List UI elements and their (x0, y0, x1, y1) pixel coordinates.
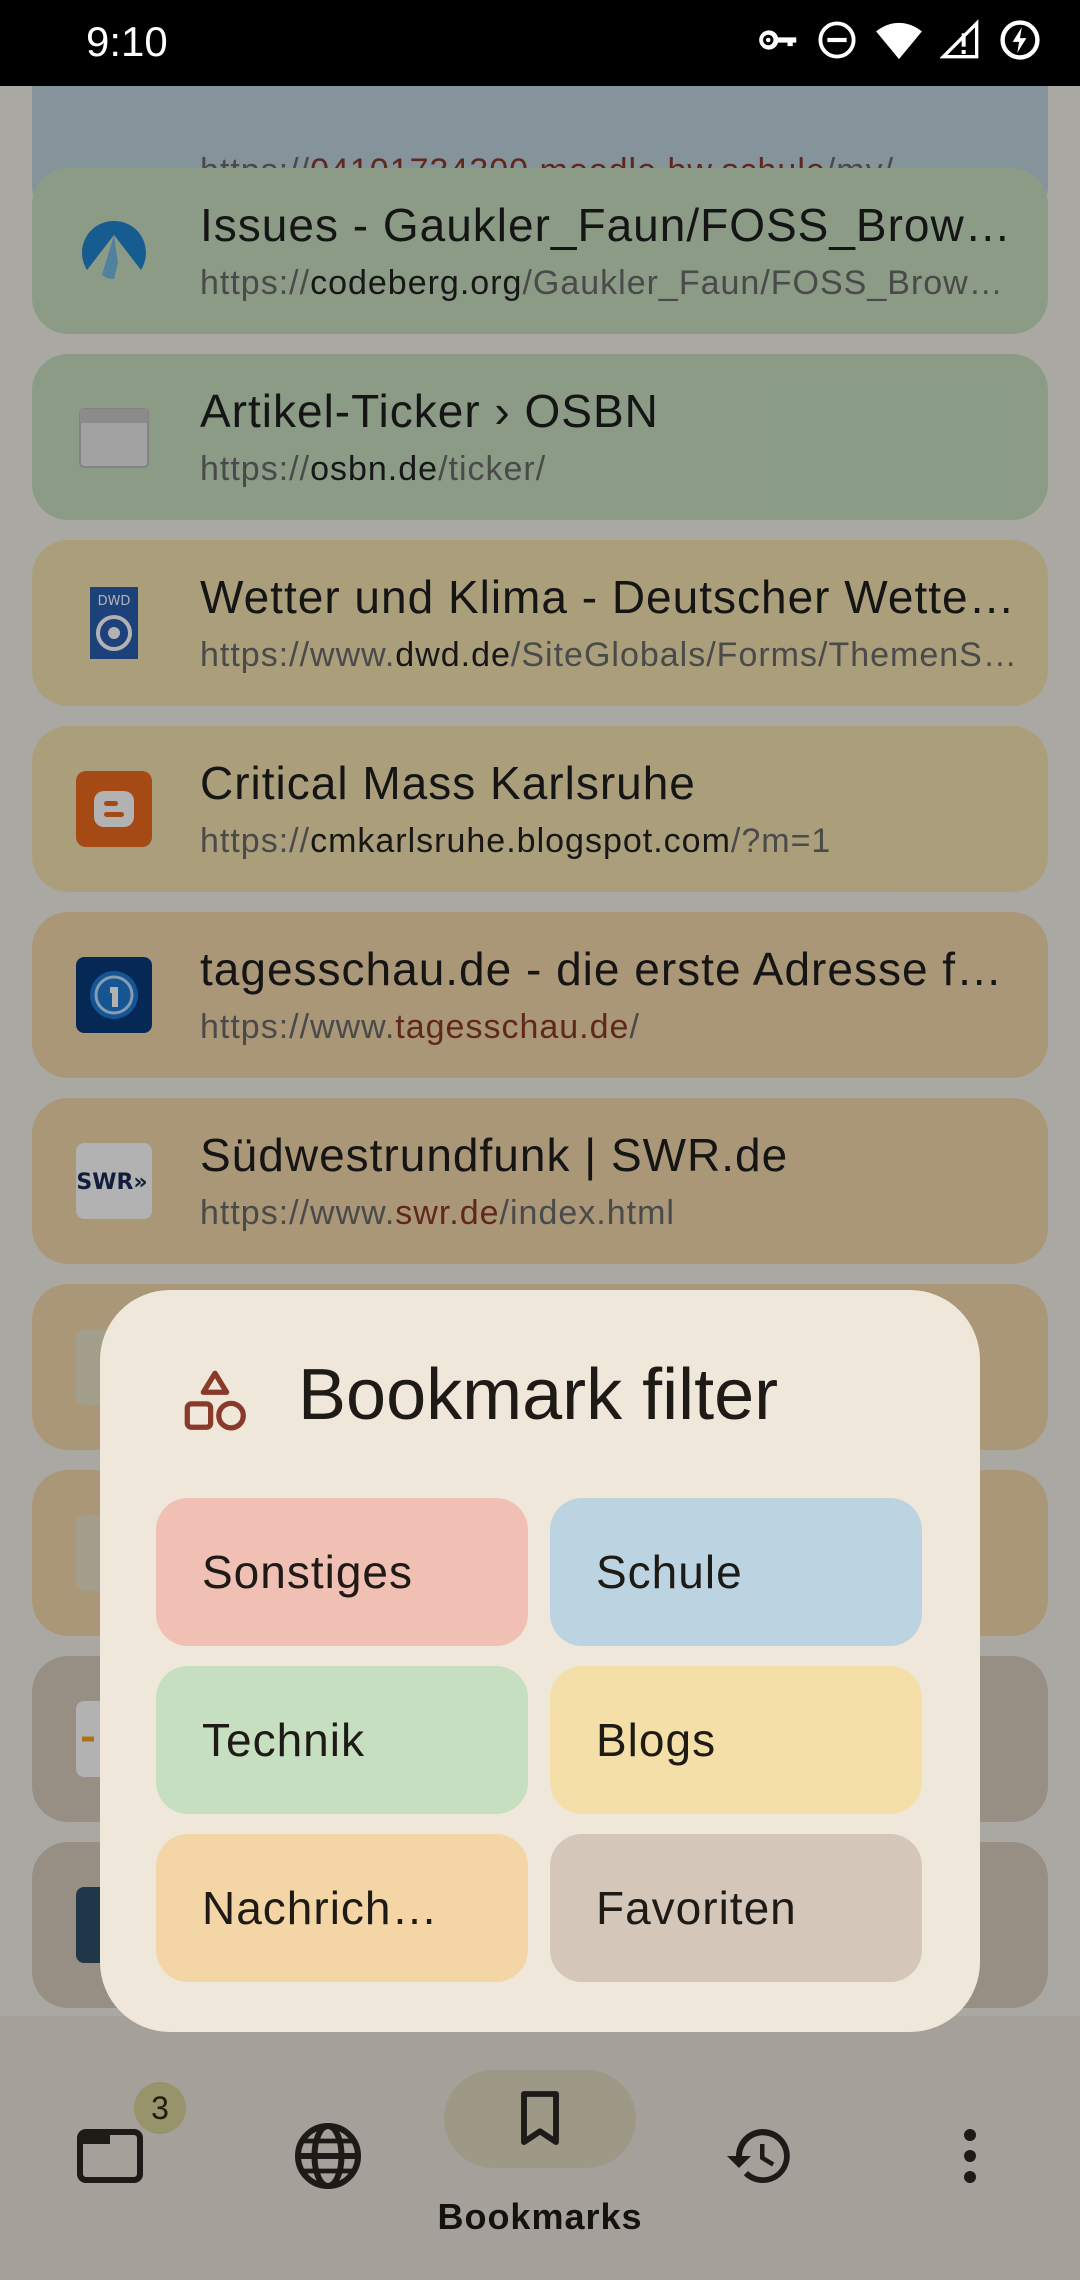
dialog-title: Bookmark filter (298, 1355, 779, 1435)
chip-label: Sonstiges (202, 1546, 414, 1598)
wifi-icon (876, 22, 922, 60)
filter-chip-favoriten[interactable]: Favoriten (550, 1834, 922, 1982)
shapes-icon (184, 1370, 246, 1431)
battery-saver-icon (1000, 20, 1040, 60)
signal-icon (940, 19, 979, 59)
chip-label: Nachrich… (202, 1882, 439, 1934)
status-bar: 9:10 (0, 0, 1080, 86)
filter-chip-sonstiges[interactable]: Sonstiges (156, 1498, 528, 1646)
filter-chip-schule[interactable]: Schule (550, 1498, 922, 1646)
chip-label: Technik (202, 1714, 365, 1766)
filter-chip-blogs[interactable]: Blogs (550, 1666, 922, 1814)
status-time: 9:10 (86, 18, 168, 65)
filter-chip-technik[interactable]: Technik (156, 1666, 528, 1814)
chip-label: Blogs (596, 1714, 717, 1766)
do-not-disturb-icon (818, 21, 856, 59)
bookmark-filter-dialog: Bookmark filter Sonstiges Schule Technik… (100, 1290, 980, 2032)
chip-label: Schule (596, 1546, 743, 1598)
vpn-key-icon (759, 30, 797, 50)
chip-label: Favoriten (596, 1882, 797, 1934)
filter-chip-nachrichten[interactable]: Nachrich… (156, 1834, 528, 1982)
